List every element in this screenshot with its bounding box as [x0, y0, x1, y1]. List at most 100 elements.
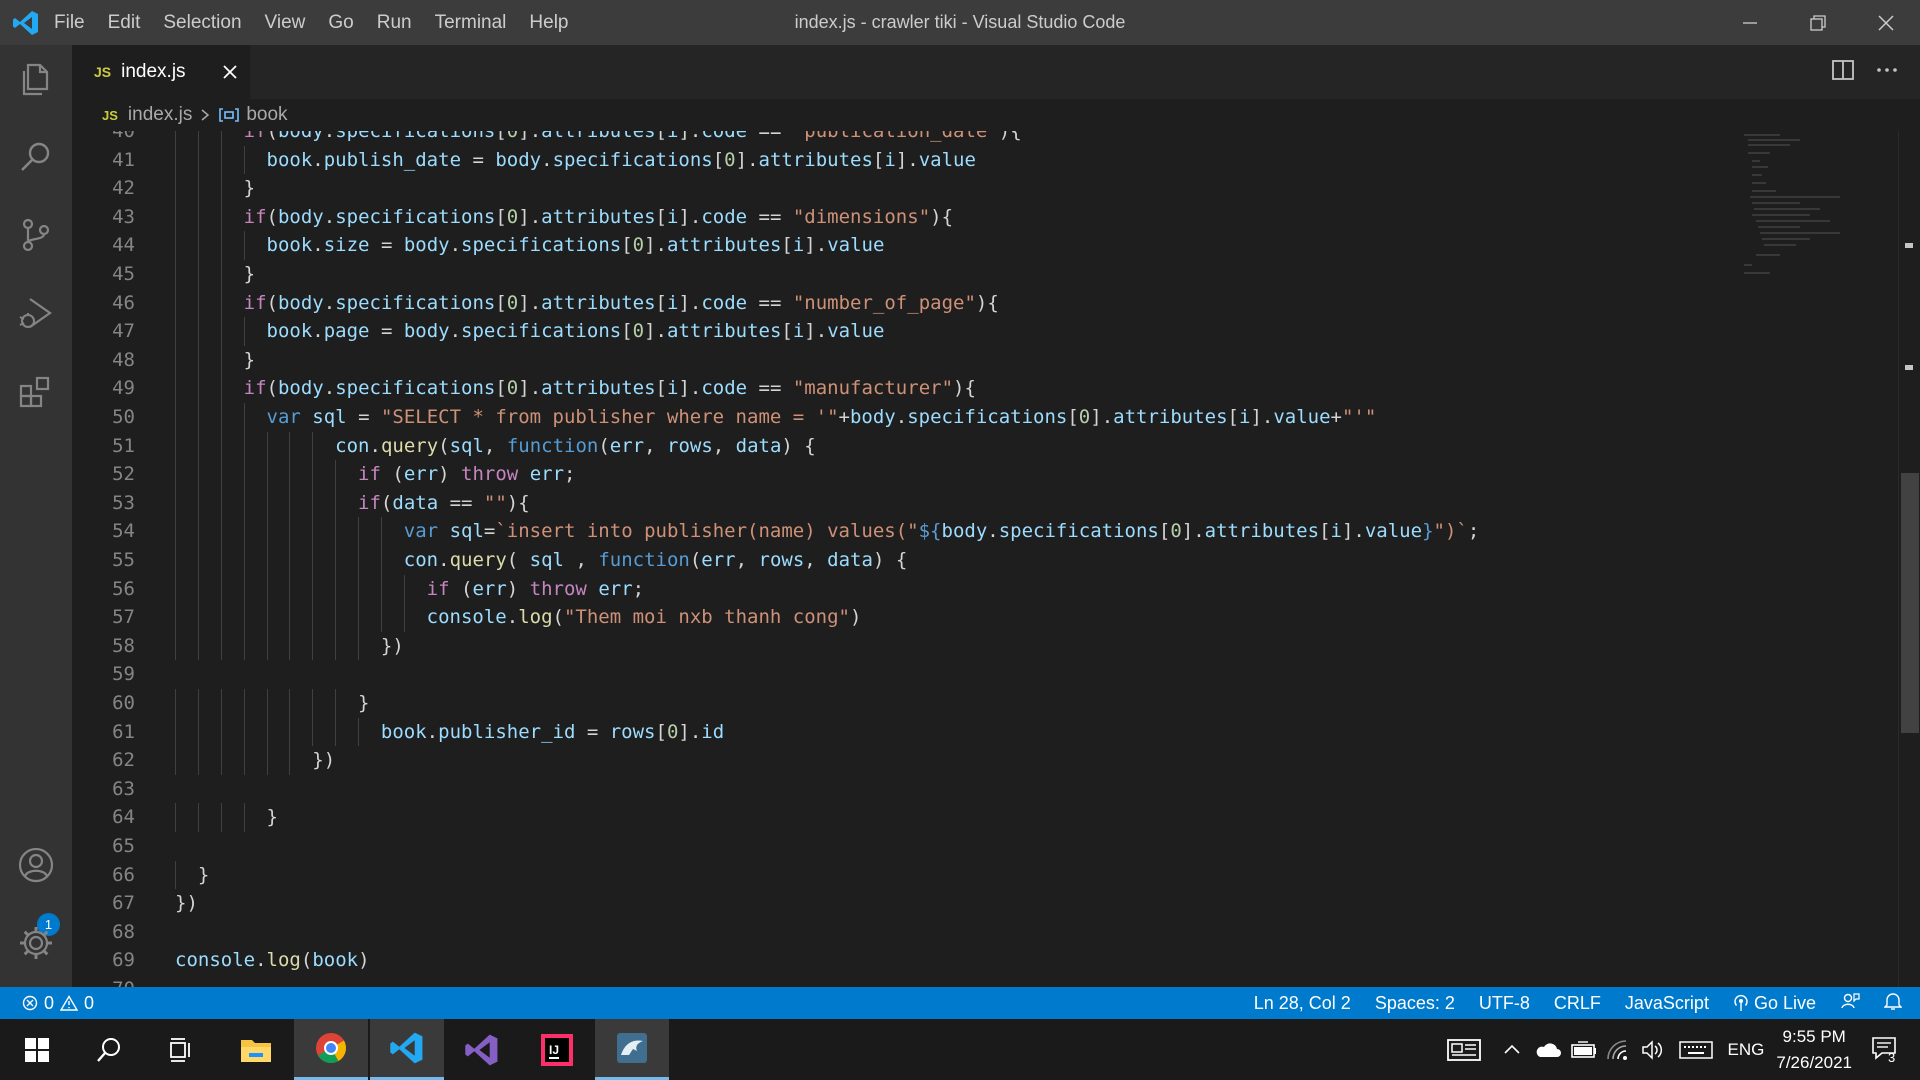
code-line[interactable]: 48} — [72, 345, 1772, 375]
restore-button[interactable] — [1784, 0, 1852, 45]
notifications-button[interactable] — [1883, 991, 1903, 1016]
run-debug-icon[interactable] — [16, 293, 56, 333]
code-text: book.page = body.specifications[0].attri… — [267, 317, 885, 346]
battery-icon[interactable] — [1570, 1040, 1598, 1060]
cursor-position[interactable]: Ln 28, Col 2 — [1254, 993, 1351, 1014]
indent-guide — [175, 231, 176, 260]
search-icon[interactable] — [16, 137, 56, 177]
code-line[interactable]: 65 — [72, 832, 1772, 861]
menu-help[interactable]: Help — [529, 12, 568, 34]
code-token: . — [312, 148, 324, 171]
code-line[interactable]: 69 console.log(book) — [72, 946, 1772, 975]
menu-view[interactable]: View — [265, 12, 306, 34]
code-line[interactable]: 53 if(data == ""){ — [72, 488, 1772, 518]
code-editor[interactable]: 40 if(body.specifications[0].attributes[i… — [72, 131, 1920, 987]
code-line[interactable]: 49 if(body.specifications[0].attributes[i… — [72, 374, 1772, 403]
code-text: } — [358, 689, 369, 718]
code-token: . — [438, 549, 450, 571]
code-line[interactable]: 56 if (err) throw err; — [72, 574, 1772, 604]
taskbar-intellij[interactable]: IJ — [520, 1019, 594, 1080]
taskbar-file-explorer[interactable] — [219, 1019, 293, 1080]
task-view-button[interactable] — [144, 1019, 218, 1080]
tab-index-js[interactable]: JS index.js — [72, 45, 250, 99]
problems-indicator[interactable]: 0 0 — [22, 987, 94, 1019]
onedrive-icon[interactable] — [1534, 1040, 1562, 1060]
input-language[interactable]: ENG — [1728, 1040, 1765, 1060]
menu-file[interactable]: File — [54, 12, 85, 34]
taskbar-visual-studio[interactable] — [445, 1019, 519, 1080]
code-line[interactable]: 46 if(body.specifications[0].attributes[i… — [72, 288, 1772, 318]
code-line[interactable]: 64} — [72, 803, 1772, 832]
chevron-up-icon[interactable] — [1502, 1040, 1522, 1060]
language-mode[interactable]: JavaScript — [1625, 993, 1709, 1014]
code-text: book.publisher_id = rows[0].id — [381, 718, 724, 747]
menu-go[interactable]: Go — [328, 12, 353, 34]
scrollbar-thumb[interactable] — [1901, 473, 1919, 733]
split-editor-icon[interactable] — [1830, 57, 1856, 83]
code-line[interactable]: 52 if (err) throw err; — [72, 460, 1772, 489]
code-line[interactable]: 51 con.query(sql, function(err, rows, dat… — [72, 431, 1772, 461]
taskbar-search[interactable] — [72, 1019, 146, 1080]
source-control-icon[interactable] — [16, 215, 56, 255]
minimize-button[interactable] — [1716, 0, 1784, 45]
code-line[interactable]: 43 if(body.specifications[0].attributes[i… — [72, 202, 1772, 232]
code-line[interactable]: 61 book.publisher_id = rows[0].id — [72, 717, 1772, 747]
breadcrumb-file[interactable]: index.js — [128, 104, 192, 126]
indentation[interactable]: Spaces: 2 — [1375, 993, 1455, 1014]
code-line[interactable]: 42} — [72, 174, 1772, 203]
code-token: "" — [483, 491, 507, 514]
code-line[interactable]: 60} — [72, 689, 1772, 718]
code-line[interactable]: 70 — [72, 975, 1772, 987]
code-line[interactable]: 55 con.query( sql , function(err, rows, d… — [72, 546, 1772, 575]
extensions-icon[interactable] — [16, 371, 56, 411]
menu-edit[interactable]: Edit — [108, 12, 141, 34]
vscode-logo-icon[interactable] — [12, 9, 40, 37]
code-line[interactable]: 45} — [72, 260, 1772, 289]
taskbar-chrome[interactable] — [294, 1019, 368, 1080]
keyboard-icon[interactable] — [1678, 1039, 1714, 1061]
code-line[interactable]: 54 var sql=`insert into publisher(name) v… — [72, 517, 1772, 546]
menu-selection[interactable]: Selection — [163, 12, 241, 34]
code-line[interactable]: 66} — [72, 860, 1772, 890]
menu-run[interactable]: Run — [377, 12, 412, 34]
go-live-button[interactable]: Go Live — [1733, 993, 1816, 1014]
code-line[interactable]: 41 book.publish_date = body.specification… — [72, 145, 1772, 175]
close-tab-icon[interactable] — [220, 62, 240, 82]
file-explorer-icon — [241, 1039, 271, 1062]
code-line[interactable]: 57 console.log("Them moi nxb thanh cong") — [72, 603, 1772, 632]
minimap[interactable] — [1740, 131, 1850, 281]
end-of-line[interactable]: CRLF — [1554, 993, 1601, 1014]
code-line[interactable]: 58}) — [72, 631, 1772, 661]
editor-scrollbar[interactable] — [1898, 131, 1920, 987]
code-line[interactable]: 68 — [72, 918, 1772, 947]
explorer-icon[interactable] — [16, 59, 56, 99]
more-actions-icon[interactable] — [1874, 57, 1900, 83]
wifi-icon[interactable] — [1606, 1039, 1632, 1061]
taskbar-vscode[interactable] — [370, 1019, 444, 1080]
action-center-button[interactable]: 3 — [1870, 1034, 1898, 1066]
breadcrumb-symbol[interactable]: book — [246, 104, 287, 126]
code-line[interactable]: 47 book.page = body.specifications[0].att… — [72, 317, 1772, 346]
code-line[interactable]: 44 book.size = body.specifications[0].att… — [72, 231, 1772, 260]
accounts-icon[interactable] — [16, 845, 56, 885]
code-text: var sql = "SELECT * from publisher where… — [267, 403, 1377, 432]
manage-gear-icon[interactable] — [16, 923, 56, 963]
indent-guide — [220, 603, 222, 632]
code-line[interactable]: 50 var sql = "SELECT * from publisher whe… — [72, 403, 1772, 432]
menu-terminal[interactable]: Terminal — [435, 12, 507, 34]
code-line[interactable]: 40 if(body.specifications[0].attributes[i… — [72, 131, 1772, 146]
taskbar-mysql-workbench[interactable] — [595, 1019, 669, 1080]
close-window-button[interactable] — [1852, 0, 1920, 45]
code-line[interactable]: 63 — [72, 775, 1772, 804]
warning-count: 0 — [84, 992, 95, 1013]
news-widget-icon[interactable] — [1446, 1036, 1482, 1064]
start-button[interactable] — [0, 1019, 74, 1080]
clock[interactable]: 9:55 PM 7/26/2021 — [1776, 1024, 1852, 1076]
feedback-button[interactable] — [1840, 991, 1860, 1016]
code-token: ( — [380, 463, 404, 486]
code-line[interactable]: 59 — [72, 660, 1772, 689]
encoding[interactable]: UTF-8 — [1479, 993, 1530, 1014]
code-line[interactable]: 62}) — [72, 746, 1772, 775]
code-line[interactable]: 67}) — [72, 889, 1772, 918]
volume-icon[interactable] — [1640, 1039, 1666, 1061]
